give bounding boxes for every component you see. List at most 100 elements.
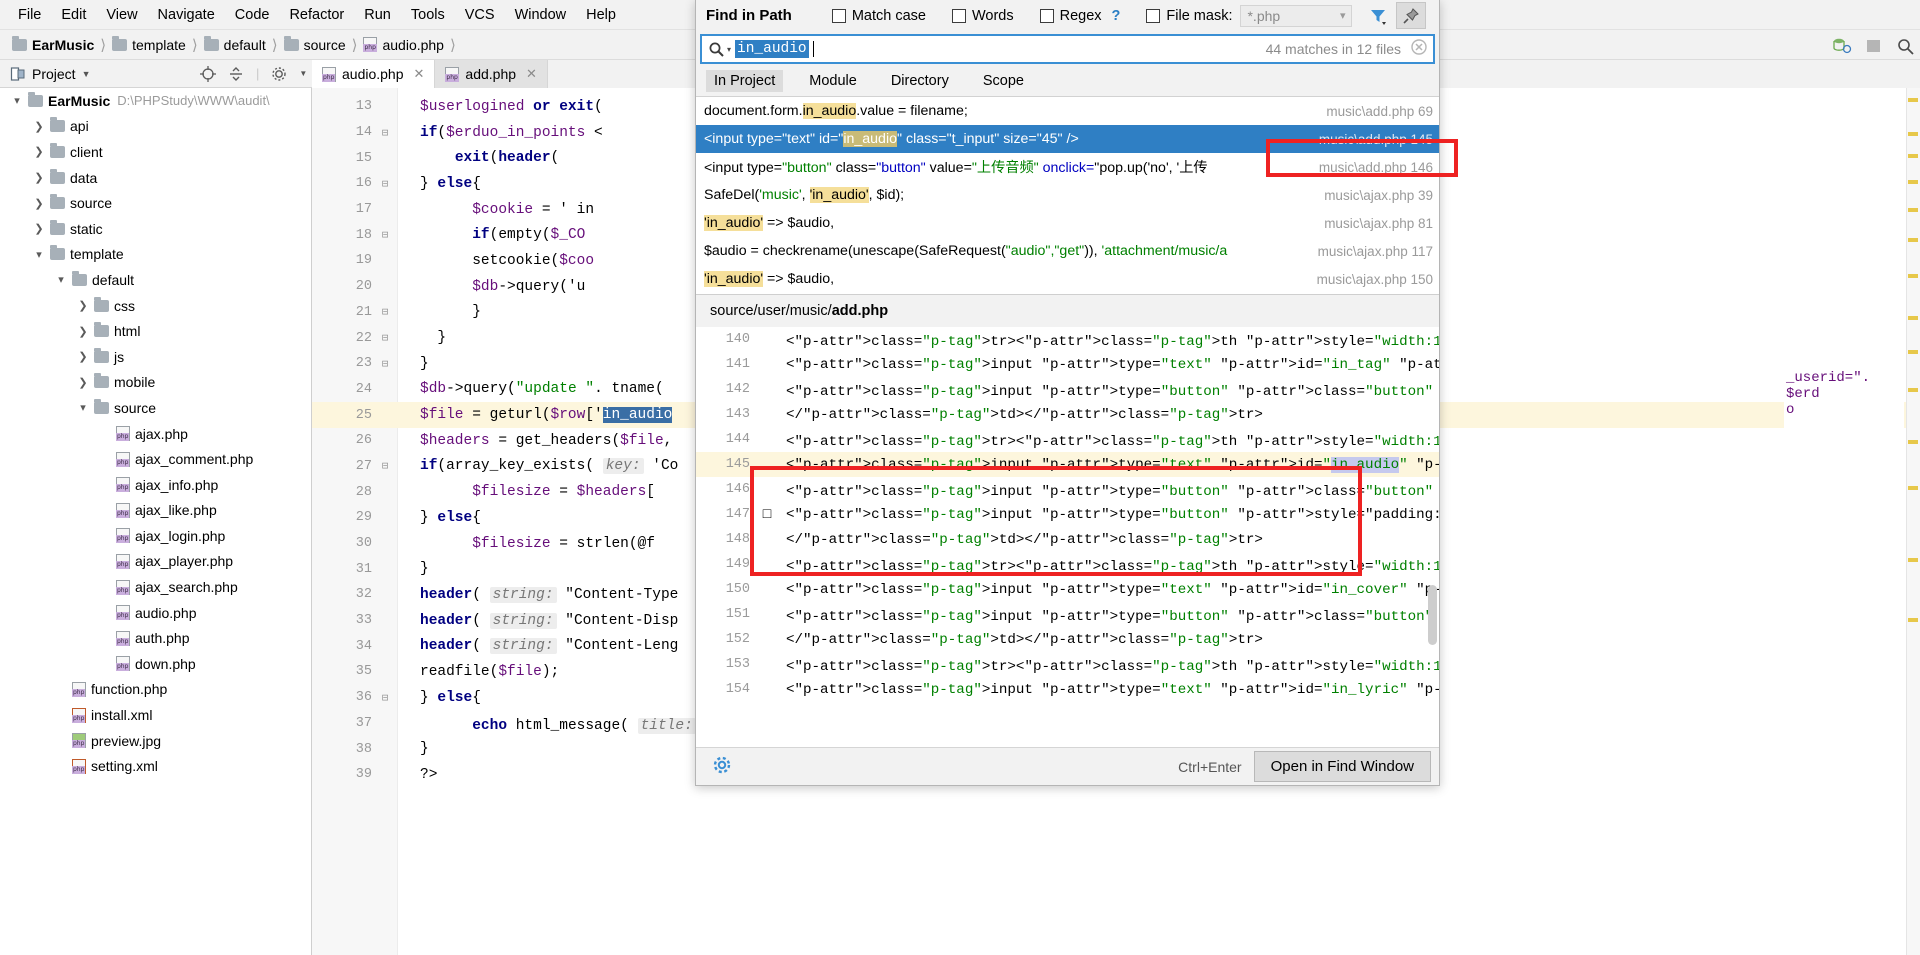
scope-tab-scope[interactable]: Scope [975,70,1032,92]
menu-item-edit[interactable]: Edit [51,4,96,26]
fold-toggle-icon[interactable]: ⊟ [372,691,398,705]
checkbox-file-mask[interactable] [1146,8,1161,23]
tree-item-html[interactable]: ❯ html [0,318,311,344]
chevron-down-icon[interactable]: ▼ [299,69,307,78]
search-result-row[interactable]: document.form.in_audio.value = filename;… [696,97,1439,125]
breadcrumb-item-source[interactable]: source [280,35,350,53]
menu-item-help[interactable]: Help [576,4,626,26]
tree-item-preview-jpg[interactable]: preview.jpg [0,728,311,754]
menu-item-file[interactable]: File [8,4,51,26]
search-result-row[interactable]: <input type="button" class="button" valu… [696,153,1439,181]
tree-item-ajax-like-php[interactable]: ajax_like.php [0,498,311,524]
chevron-right-icon[interactable]: ❯ [72,299,94,312]
menu-item-refactor[interactable]: Refactor [279,4,354,26]
tab-audio-php[interactable]: audio.php ✕ [312,60,436,88]
menu-item-run[interactable]: Run [354,4,401,26]
locate-icon[interactable] [200,65,216,82]
tree-item-function-php[interactable]: function.php [0,677,311,703]
tree-item-data[interactable]: ❯ data [0,165,311,191]
tree-item-static[interactable]: ❯ static [0,216,311,242]
close-icon[interactable]: ✕ [414,66,425,82]
menu-item-vcs[interactable]: VCS [455,4,505,26]
preview-scrollbar[interactable] [1428,585,1437,645]
close-icon[interactable]: ✕ [526,66,537,82]
chevron-right-icon[interactable]: ❯ [72,350,94,363]
tree-item-source[interactable]: ❯ source [0,190,311,216]
chevron-down-icon[interactable]: ▾ [50,273,72,286]
regex-help-icon[interactable]: ? [1112,8,1121,24]
tree-item-mobile[interactable]: ❯ mobile [0,370,311,396]
database-icon[interactable] [1832,37,1852,55]
tree-item-api[interactable]: ❯ api [0,114,311,140]
scope-tab-directory[interactable]: Directory [883,70,957,92]
fold-toggle-icon[interactable]: ⊟ [372,228,398,242]
clear-icon[interactable] [1411,38,1427,60]
file-mask-select[interactable]: *.php ▾ [1240,4,1353,27]
breadcrumb-item-template[interactable]: template [108,35,190,53]
chevron-down-icon[interactable]: ▾ [6,94,28,107]
chevron-down-icon[interactable]: ▾ [72,401,94,414]
search-result-row[interactable]: SafeDel('music', 'in_audio', $id); music\… [696,181,1439,209]
chevron-down-icon[interactable]: ▼ [82,69,91,79]
tree-item-source[interactable]: ▾ source [0,395,311,421]
stop-icon[interactable] [1864,37,1884,55]
menu-item-window[interactable]: Window [505,4,577,26]
chevron-right-icon[interactable]: ❯ [28,145,50,158]
project-panel-title[interactable]: Project ▼ [0,66,200,82]
search-result-row[interactable]: 'in_audio' => $audio, music\ajax.php 81 [696,209,1439,237]
option-words[interactable]: Words [951,8,1014,24]
project-tree[interactable]: ▾ EarMusic D:\PHPStudy\WWW\audit\ ❯ api ❯ c… [0,88,312,955]
option-match-case[interactable]: Match case [831,8,926,24]
checkbox-words[interactable] [951,8,966,23]
tree-item-ajax-login-php[interactable]: ajax_login.php [0,523,311,549]
tree-item-ajax-php[interactable]: ajax.php [0,421,311,447]
breadcrumb-item-default[interactable]: default [200,35,270,53]
preview-file-path[interactable]: source/user/music/add.php [696,295,1439,327]
search-result-row[interactable]: 'in_audio' => $audio, music\ajax.php 150 [696,265,1439,293]
checkbox-regex[interactable] [1039,8,1054,23]
fold-toggle-icon[interactable]: ⊟ [372,331,398,345]
chevron-right-icon[interactable]: ❯ [72,325,94,338]
tree-row-root[interactable]: ▾ EarMusic D:\PHPStudy\WWW\audit\ [0,88,311,114]
scope-tab-in-project[interactable]: In Project [706,70,784,92]
fold-toggle-icon[interactable]: ⊟ [372,177,398,191]
search-everywhere-icon[interactable] [1896,37,1916,55]
search-result-row[interactable]: <input type="text" id="in_audio" class="… [696,125,1439,153]
breadcrumb-item-audiophp[interactable]: audio.php [359,37,448,53]
chevron-down-icon[interactable]: ▾ [28,248,50,261]
chevron-right-icon[interactable]: ❯ [28,197,50,210]
tree-item-install-xml[interactable]: install.xml [0,702,311,728]
tree-item-auth-php[interactable]: auth.php [0,625,311,651]
menu-item-tools[interactable]: Tools [401,4,455,26]
tree-item-audio-php[interactable]: audio.php [0,600,311,626]
chevron-right-icon[interactable]: ❯ [28,171,50,184]
collapse-all-icon[interactable] [228,66,244,82]
chevron-right-icon[interactable]: ❯ [28,222,50,235]
gear-icon[interactable] [271,66,287,82]
tree-item-ajax-info-php[interactable]: ajax_info.php [0,472,311,498]
fold-toggle-icon[interactable]: ⊟ [372,305,398,319]
search-results-list[interactable]: document.form.in_audio.value = filename;… [696,96,1439,294]
pin-button[interactable] [1396,2,1427,29]
tree-item-default[interactable]: ▾ default [0,267,311,293]
fold-toggle-icon[interactable]: ⊟ [372,459,398,473]
tree-item-down-php[interactable]: down.php [0,651,311,677]
menu-item-code[interactable]: Code [225,4,280,26]
tree-item-ajax-search-php[interactable]: ajax_search.php [0,574,311,600]
option-regex[interactable]: Regex ? [1039,8,1121,24]
tree-item-ajax-comment-php[interactable]: ajax_comment.php [0,446,311,472]
search-result-row[interactable]: $audio = checkrename(unescape(SafeReques… [696,237,1439,265]
fold-toggle-icon[interactable]: □ [758,507,776,523]
chevron-right-icon[interactable]: ❯ [28,120,50,133]
find-in-path-dialog[interactable]: Find in Path Match case Words Regex ? Fi… [695,0,1440,786]
breadcrumb-item-earmusic[interactable]: EarMusic [8,35,98,53]
fold-toggle-icon[interactable]: ⊟ [372,357,398,371]
tree-item-css[interactable]: ❯ css [0,293,311,319]
chevron-right-icon[interactable]: ❯ [72,376,94,389]
tree-item-setting-xml[interactable]: setting.xml [0,753,311,779]
option-file-mask[interactable]: File mask: [1146,8,1232,24]
tree-item-client[interactable]: ❯ client [0,139,311,165]
result-preview[interactable]: source/user/music/add.php 140 <"p-attr">c… [696,294,1439,747]
menu-item-view[interactable]: View [96,4,147,26]
open-in-find-window-button[interactable]: Open in Find Window [1253,751,1431,782]
